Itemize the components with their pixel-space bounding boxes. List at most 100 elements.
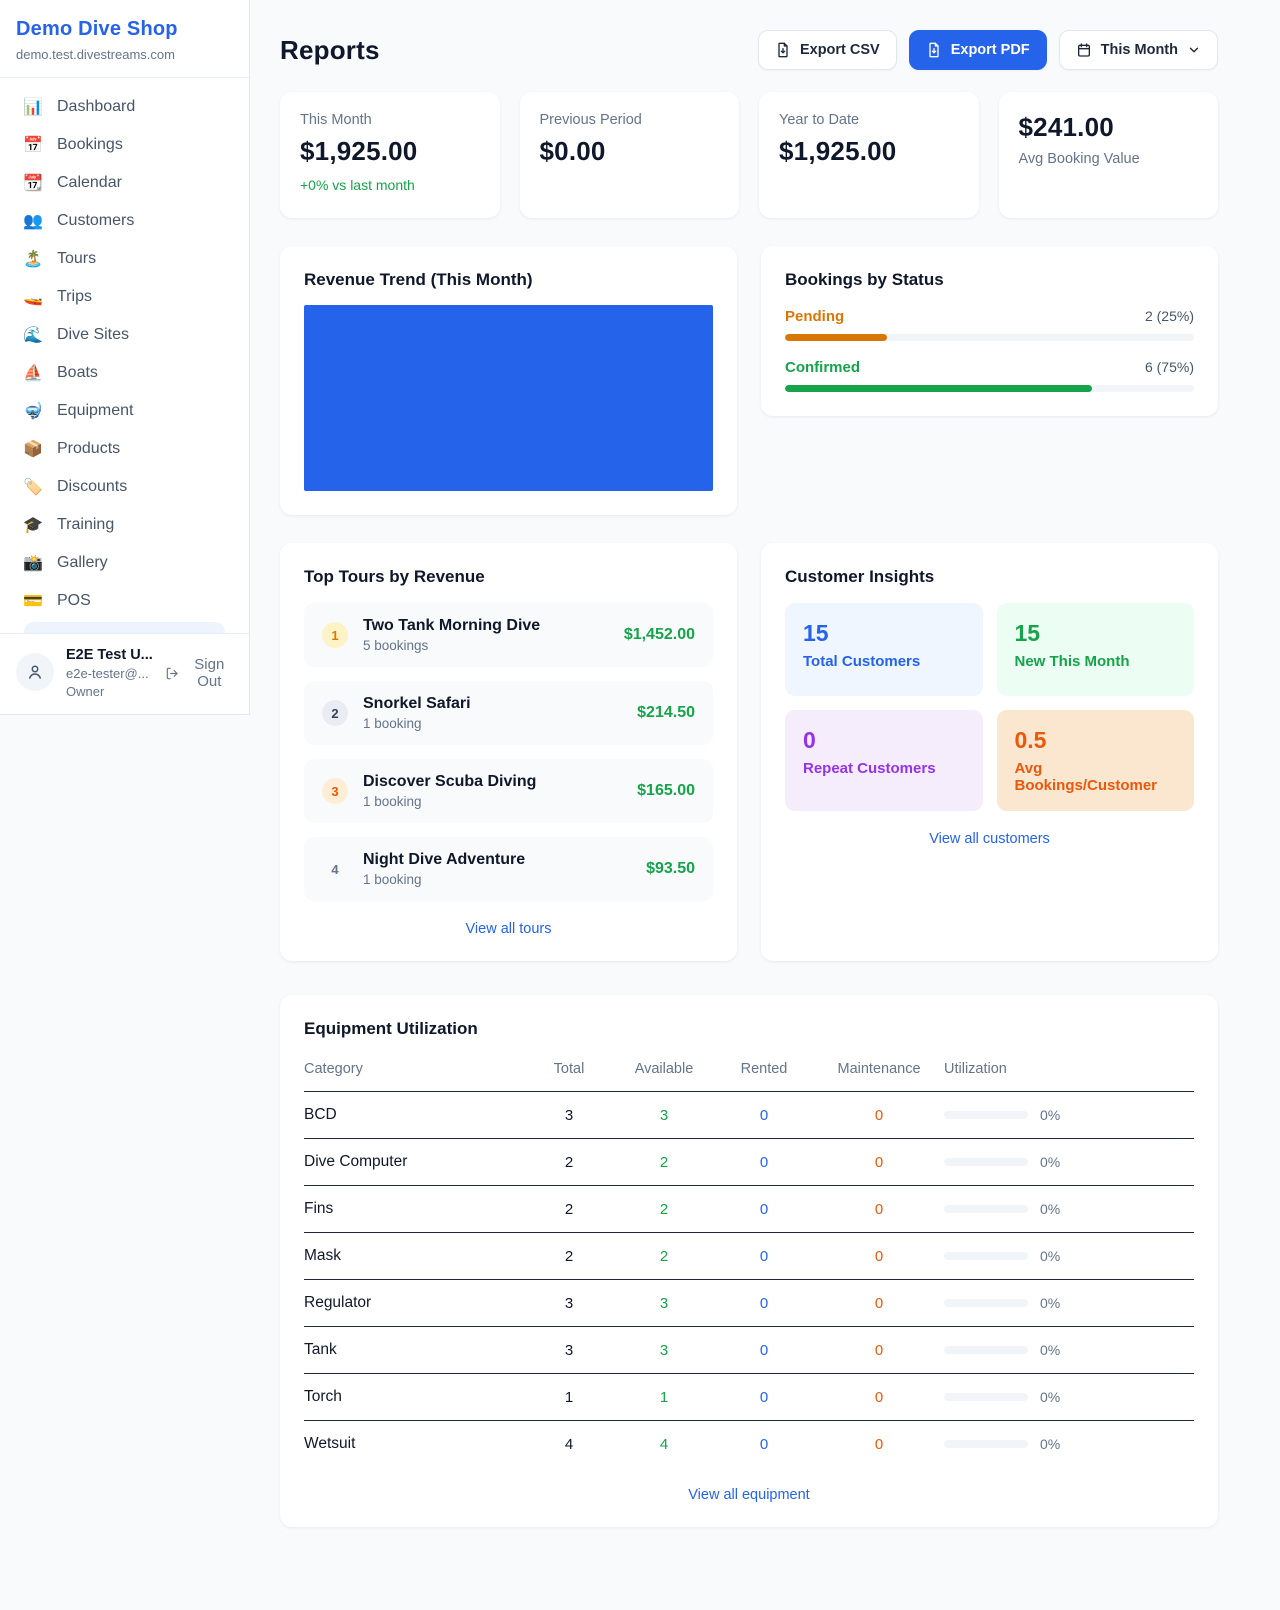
file-download-icon — [775, 42, 791, 58]
table-row: Wetsuit 4 4 0 0 0% — [304, 1421, 1194, 1467]
top-tours-title: Top Tours by Revenue — [304, 567, 713, 587]
utilization-percent: 0% — [1040, 1107, 1060, 1123]
sidebar-item-tours[interactable]: 🏝️Tours — [12, 240, 237, 278]
sidebar-item-label: Trips — [57, 288, 92, 306]
tour-list: 1 Two Tank Morning Dive 5 bookings $1,45… — [304, 603, 713, 901]
cell-total: 4 — [524, 1436, 614, 1453]
equipment-table: Category Total Available Rented Maintena… — [304, 1055, 1194, 1467]
column-header-maintenance: Maintenance — [814, 1061, 944, 1077]
tile-value: 15 — [1015, 620, 1177, 647]
sidebar-item-dashboard[interactable]: 📊Dashboard — [12, 88, 237, 126]
sidebar-item-pos[interactable]: 💳POS — [12, 582, 237, 620]
list-item: 4 Night Dive Adventure 1 booking $93.50 — [304, 837, 713, 901]
list-item: 1 Two Tank Morning Dive 5 bookings $1,45… — [304, 603, 713, 667]
cell-rented: 0 — [714, 1436, 814, 1453]
sidebar-item-label: Calendar — [57, 174, 122, 192]
package-icon: 📦 — [22, 439, 44, 459]
sidebar-active-item-partial[interactable] — [24, 622, 225, 633]
logout-icon — [165, 665, 179, 682]
sidebar-item-calendar[interactable]: 📆Calendar — [12, 164, 237, 202]
cell-total: 3 — [524, 1107, 614, 1124]
sidebar-item-products[interactable]: 📦Products — [12, 430, 237, 468]
insight-tiles: 15 Total Customers 15 New This Month 0 R… — [785, 603, 1194, 811]
sidebar-item-equipment[interactable]: 🤿Equipment — [12, 392, 237, 430]
sidebar-item-gallery[interactable]: 📸Gallery — [12, 544, 237, 582]
page-header: Reports Export CSV Export PDF This Month — [280, 30, 1218, 70]
stat-value: $0.00 — [540, 136, 720, 167]
sidebar-item-dive-sites[interactable]: 🌊Dive Sites — [12, 316, 237, 354]
revenue-trend-card: Revenue Trend (This Month) — [280, 246, 737, 515]
sidebar-item-label: Dive Sites — [57, 326, 129, 344]
cell-utilization: 0% — [944, 1248, 1194, 1264]
tile-label: Total Customers — [803, 653, 965, 670]
sidebar-item-trips[interactable]: 🚤Trips — [12, 278, 237, 316]
stat-delta: +0% vs last month — [300, 177, 480, 193]
table-row: Regulator 3 3 0 0 0% — [304, 1280, 1194, 1327]
bookings-by-status-card: Bookings by Status Pending 2 (25%) Confi… — [761, 246, 1218, 416]
sidebar-item-customers[interactable]: 👥Customers — [12, 202, 237, 240]
utilization-bar — [944, 1252, 1028, 1260]
view-all-equipment-link[interactable]: View all equipment — [688, 1487, 809, 1503]
cell-utilization: 0% — [944, 1342, 1194, 1358]
utilization-percent: 0% — [1040, 1389, 1060, 1405]
rank-badge: 4 — [322, 856, 348, 882]
cell-category: Fins — [304, 1200, 524, 1218]
sidebar-nav: 📊Dashboard 📅Bookings 📆Calendar 👥Customer… — [0, 78, 249, 633]
sidebar-user-footer: E2E Test U... e2e-tester@... Owner Sign … — [0, 633, 249, 714]
stat-value: $241.00 — [1019, 112, 1199, 143]
column-header-utilization: Utilization — [944, 1061, 1194, 1077]
dive-mask-icon: 🤿 — [22, 401, 44, 421]
sidebar-item-bookings[interactable]: 📅Bookings — [12, 126, 237, 164]
status-label: Confirmed — [785, 359, 860, 376]
cell-category: Mask — [304, 1247, 524, 1265]
cell-maintenance: 0 — [814, 1342, 944, 1359]
tour-bookings: 5 bookings — [363, 638, 540, 653]
tour-name: Snorkel Safari — [363, 695, 471, 713]
cell-available: 4 — [614, 1436, 714, 1453]
sidebar-item-training[interactable]: 🎓Training — [12, 506, 237, 544]
table-row: Fins 2 2 0 0 0% — [304, 1186, 1194, 1233]
tile-total-customers: 15 Total Customers — [785, 603, 983, 696]
tour-name: Discover Scuba Diving — [363, 773, 536, 791]
stat-card-this-month: This Month $1,925.00 +0% vs last month — [280, 92, 500, 218]
brand-block: Demo Dive Shop demo.test.divestreams.com — [0, 0, 249, 78]
stat-label: Year to Date — [779, 112, 959, 128]
sidebar-item-label: Gallery — [57, 554, 108, 572]
cell-total: 3 — [524, 1295, 614, 1312]
sidebar-item-boats[interactable]: ⛵Boats — [12, 354, 237, 392]
shop-name: Demo Dive Shop — [16, 18, 233, 41]
progress-fill — [785, 334, 887, 341]
cell-total: 2 — [524, 1154, 614, 1171]
export-csv-button[interactable]: Export CSV — [758, 30, 897, 70]
utilization-percent: 0% — [1040, 1201, 1060, 1217]
status-value: 2 (25%) — [1145, 308, 1194, 324]
cell-category: Dive Computer — [304, 1153, 524, 1171]
tour-bookings: 1 booking — [363, 872, 525, 887]
tile-value: 0.5 — [1015, 727, 1177, 754]
cell-available: 1 — [614, 1389, 714, 1406]
cell-utilization: 0% — [944, 1389, 1194, 1405]
tile-repeat-customers: 0 Repeat Customers — [785, 710, 983, 811]
sign-out-button[interactable]: Sign Out — [165, 656, 233, 690]
view-all-customers-link[interactable]: View all customers — [929, 831, 1050, 847]
cell-total: 1 — [524, 1389, 614, 1406]
tour-amount: $165.00 — [637, 782, 695, 800]
cell-available: 3 — [614, 1295, 714, 1312]
period-dropdown[interactable]: This Month — [1059, 30, 1218, 70]
sign-out-label: Sign Out — [186, 656, 233, 690]
cell-utilization: 0% — [944, 1201, 1194, 1217]
cell-total: 2 — [524, 1201, 614, 1218]
column-header-rented: Rented — [714, 1061, 814, 1077]
export-pdf-button[interactable]: Export PDF — [909, 30, 1047, 70]
customers-icon: 👥 — [22, 211, 44, 231]
utilization-bar — [944, 1440, 1028, 1448]
sidebar-item-label: Boats — [57, 364, 98, 382]
dashboard-icon: 📊 — [22, 97, 44, 117]
cell-rented: 0 — [714, 1107, 814, 1124]
status-label: Pending — [785, 308, 844, 325]
cell-category: BCD — [304, 1106, 524, 1124]
person-icon — [26, 663, 44, 681]
sidebar-item-discounts[interactable]: 🏷️Discounts — [12, 468, 237, 506]
cell-rented: 0 — [714, 1295, 814, 1312]
view-all-tours-link[interactable]: View all tours — [466, 921, 552, 937]
